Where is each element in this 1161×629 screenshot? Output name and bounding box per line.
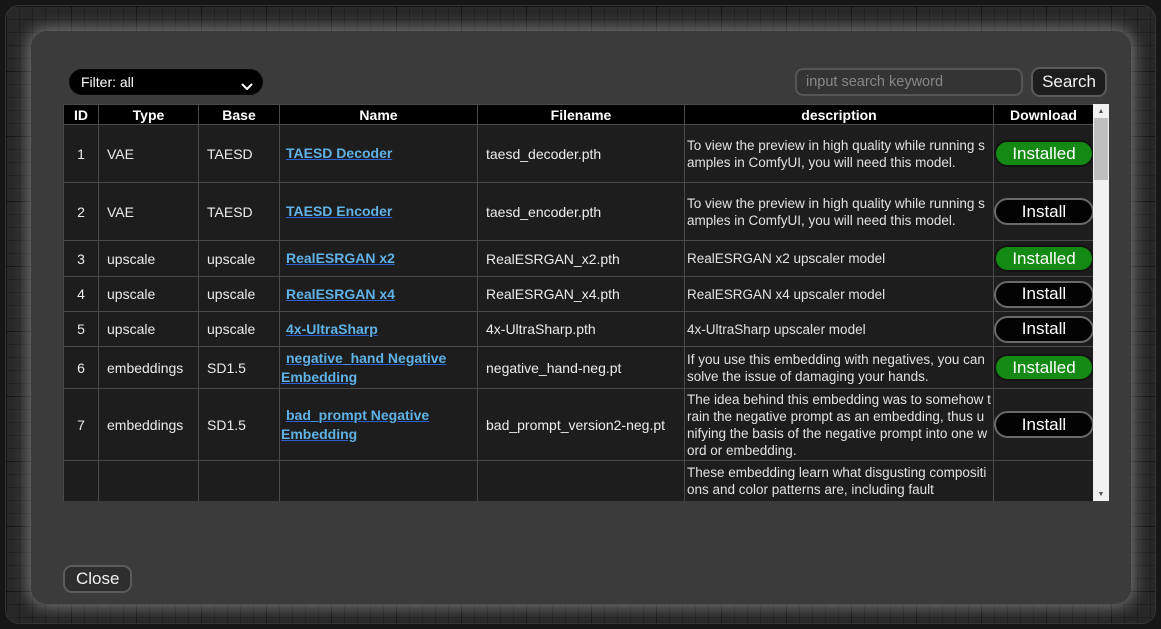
cell-name: TAESD Encoder [280, 183, 478, 241]
cell-filename: 4x-UltraSharp.pth [478, 312, 685, 347]
model-link[interactable]: 4x-UltraSharp [286, 321, 378, 337]
cell-base [199, 461, 280, 502]
installed-button[interactable]: Installed [994, 140, 1094, 167]
model-link[interactable]: RealESRGAN x2 [286, 250, 395, 266]
model-link[interactable]: bad_prompt Negative Embedding [281, 407, 429, 442]
cell-type: VAE [99, 125, 199, 183]
cell-filename: negative_hand-neg.pt [478, 347, 685, 389]
filter-select[interactable]: Filter: all [69, 69, 263, 95]
filter-dropdown-wrap: Filter: all [69, 69, 263, 95]
column-header-id: ID [64, 105, 99, 125]
cell-name: negative_hand Negative Embedding [280, 347, 478, 389]
install-button[interactable]: Install [994, 316, 1094, 343]
column-header-name: Name [280, 105, 478, 125]
cell-id: 4 [64, 277, 99, 312]
cell-description: These embedding learn what disgusting co… [685, 461, 994, 502]
cell-description: The idea behind this embedding was to so… [685, 389, 994, 461]
cell-filename: taesd_decoder.pth [478, 125, 685, 183]
cell-description: 4x-UltraSharp upscaler model [685, 312, 994, 347]
search-input[interactable] [795, 68, 1023, 96]
cell-filename: RealESRGAN_x4.pth [478, 277, 685, 312]
install-button[interactable]: Install [994, 281, 1094, 308]
table-row: 2 VAE TAESD TAESD Encoder taesd_encoder.… [64, 183, 1094, 241]
cell-download: Install [994, 277, 1094, 312]
table-row: 3 upscale upscale RealESRGAN x2 RealESRG… [64, 241, 1094, 277]
cell-filename: taesd_encoder.pth [478, 183, 685, 241]
cell-filename [478, 461, 685, 502]
table-scrollbar[interactable]: ▲ ▼ [1093, 104, 1109, 501]
cell-description: If you use this embedding with negatives… [685, 347, 994, 389]
graph-canvas-background: Filter: all Search ID Type Base [5, 5, 1156, 624]
cell-base: upscale [199, 277, 280, 312]
column-header-filename: Filename [478, 105, 685, 125]
cell-base: SD1.5 [199, 389, 280, 461]
table-row: 4 upscale upscale RealESRGAN x4 RealESRG… [64, 277, 1094, 312]
scroll-up-arrow-icon[interactable]: ▲ [1093, 104, 1109, 118]
cell-id: 2 [64, 183, 99, 241]
model-link[interactable]: TAESD Encoder [286, 203, 392, 219]
cell-name: 4x-UltraSharp [280, 312, 478, 347]
table-row: 1 VAE TAESD TAESD Decoder taesd_decoder.… [64, 125, 1094, 183]
table-row-partial: These embedding learn what disgusting co… [64, 461, 1094, 502]
cell-id: 7 [64, 389, 99, 461]
cell-description: To view the preview in high quality whil… [685, 183, 994, 241]
cell-base: SD1.5 [199, 347, 280, 389]
cell-name: RealESRGAN x4 [280, 277, 478, 312]
install-button[interactable]: Install [994, 411, 1094, 438]
cell-filename: RealESRGAN_x2.pth [478, 241, 685, 277]
scroll-down-arrow-icon[interactable]: ▼ [1093, 487, 1109, 501]
cell-description: RealESRGAN x2 upscaler model [685, 241, 994, 277]
cell-download: Installed [994, 125, 1094, 183]
model-link[interactable]: TAESD Decoder [286, 145, 392, 161]
model-table: ID Type Base Name Filename description D… [63, 104, 1094, 501]
table-row: 5 upscale upscale 4x-UltraSharp 4x-Ultra… [64, 312, 1094, 347]
cell-id: 3 [64, 241, 99, 277]
installed-button[interactable]: Installed [994, 245, 1094, 272]
cell-id: 6 [64, 347, 99, 389]
installed-button[interactable]: Installed [994, 354, 1094, 381]
scrollbar-thumb[interactable] [1094, 118, 1108, 180]
cell-description: To view the preview in high quality whil… [685, 125, 994, 183]
cell-type [99, 461, 199, 502]
cell-id: 1 [64, 125, 99, 183]
cell-base: upscale [199, 312, 280, 347]
cell-name: RealESRGAN x2 [280, 241, 478, 277]
cell-name: bad_prompt Negative Embedding [280, 389, 478, 461]
cell-id: 5 [64, 312, 99, 347]
cell-type: upscale [99, 277, 199, 312]
cell-base: TAESD [199, 125, 280, 183]
search-button[interactable]: Search [1031, 67, 1107, 97]
cell-download [994, 461, 1094, 502]
model-link[interactable]: negative_hand Negative Embedding [281, 350, 446, 385]
cell-id [64, 461, 99, 502]
cell-type: upscale [99, 312, 199, 347]
cell-base: upscale [199, 241, 280, 277]
cell-base: TAESD [199, 183, 280, 241]
column-header-base: Base [199, 105, 280, 125]
column-header-download: Download [994, 105, 1094, 125]
install-button[interactable]: Install [994, 198, 1094, 225]
model-table-container: ID Type Base Name Filename description D… [63, 104, 1109, 501]
cell-type: embeddings [99, 347, 199, 389]
cell-name [280, 461, 478, 502]
table-header-row: ID Type Base Name Filename description D… [64, 105, 1094, 125]
column-header-type: Type [99, 105, 199, 125]
model-link[interactable]: RealESRGAN x4 [286, 286, 395, 302]
cell-type: upscale [99, 241, 199, 277]
table-row: 6 embeddings SD1.5 negative_hand Negativ… [64, 347, 1094, 389]
cell-description: RealESRGAN x4 upscaler model [685, 277, 994, 312]
column-header-description: description [685, 105, 994, 125]
close-button[interactable]: Close [63, 565, 132, 593]
cell-type: VAE [99, 183, 199, 241]
cell-filename: bad_prompt_version2-neg.pt [478, 389, 685, 461]
cell-download: Install [994, 389, 1094, 461]
cell-name: TAESD Decoder [280, 125, 478, 183]
cell-download: Install [994, 312, 1094, 347]
cell-download: Install [994, 183, 1094, 241]
cell-download: Installed [994, 347, 1094, 389]
install-models-dialog: Filter: all Search ID Type Base [31, 31, 1131, 604]
cell-type: embeddings [99, 389, 199, 461]
table-row: 7 embeddings SD1.5 bad_prompt Negative E… [64, 389, 1094, 461]
cell-download: Installed [994, 241, 1094, 277]
